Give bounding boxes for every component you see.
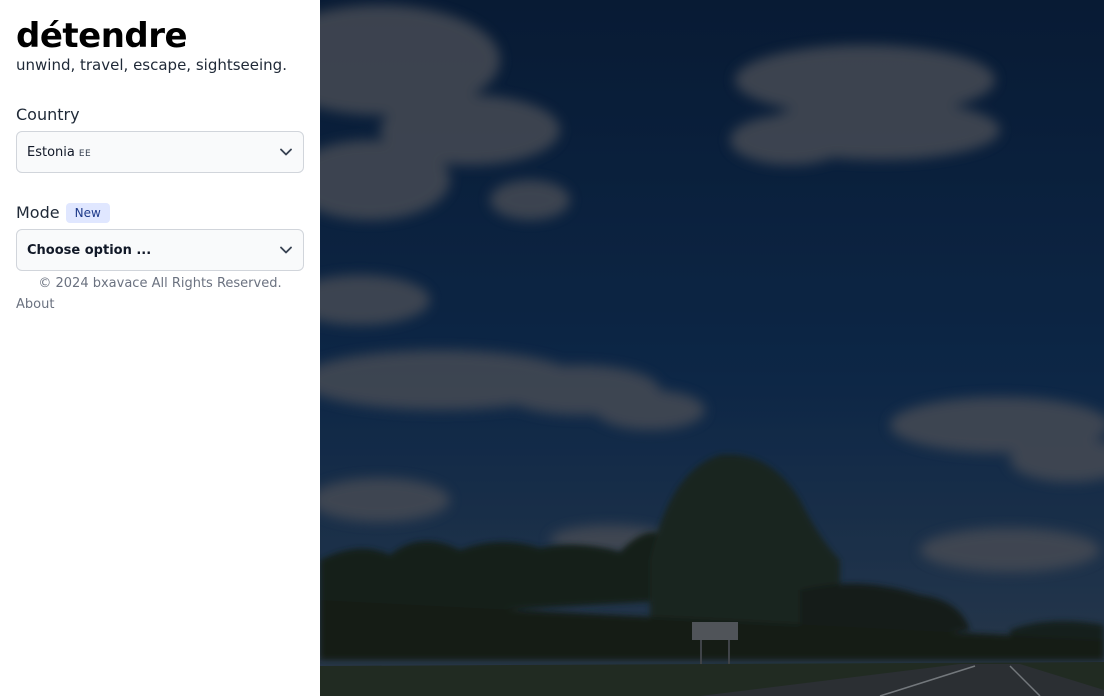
sidebar: détendre unwind, travel, escape, sightse… [0,0,320,696]
app-title: détendre [16,16,188,56]
new-badge: New [65,203,110,223]
app-root: détendre unwind, travel, escape, sightse… [0,0,1104,696]
background-photo [320,0,1104,696]
copyright-text: © 2024 bxavace All Rights Reserved. [38,276,282,291]
country-flag-code: EE [78,148,92,159]
mode-select[interactable]: Choose option ... [16,229,304,271]
app-tagline: unwind, travel, escape, sightseeing. [16,56,287,74]
about-link[interactable]: About [16,296,54,314]
mode-label: Mode New [16,203,304,223]
country-label: Country [16,105,304,125]
chevron-down-icon [279,145,293,159]
country-select[interactable]: Estonia EE [16,131,304,173]
country-select-value: Estonia EE [27,145,91,160]
mode-select-value: Choose option ... [27,242,152,258]
mode-label-text: Mode [16,203,60,222]
country-selected-text: Estonia [27,144,75,160]
country-label-text: Country [16,105,80,124]
chevron-down-icon [279,243,293,257]
landscape-illustration [320,0,1104,696]
